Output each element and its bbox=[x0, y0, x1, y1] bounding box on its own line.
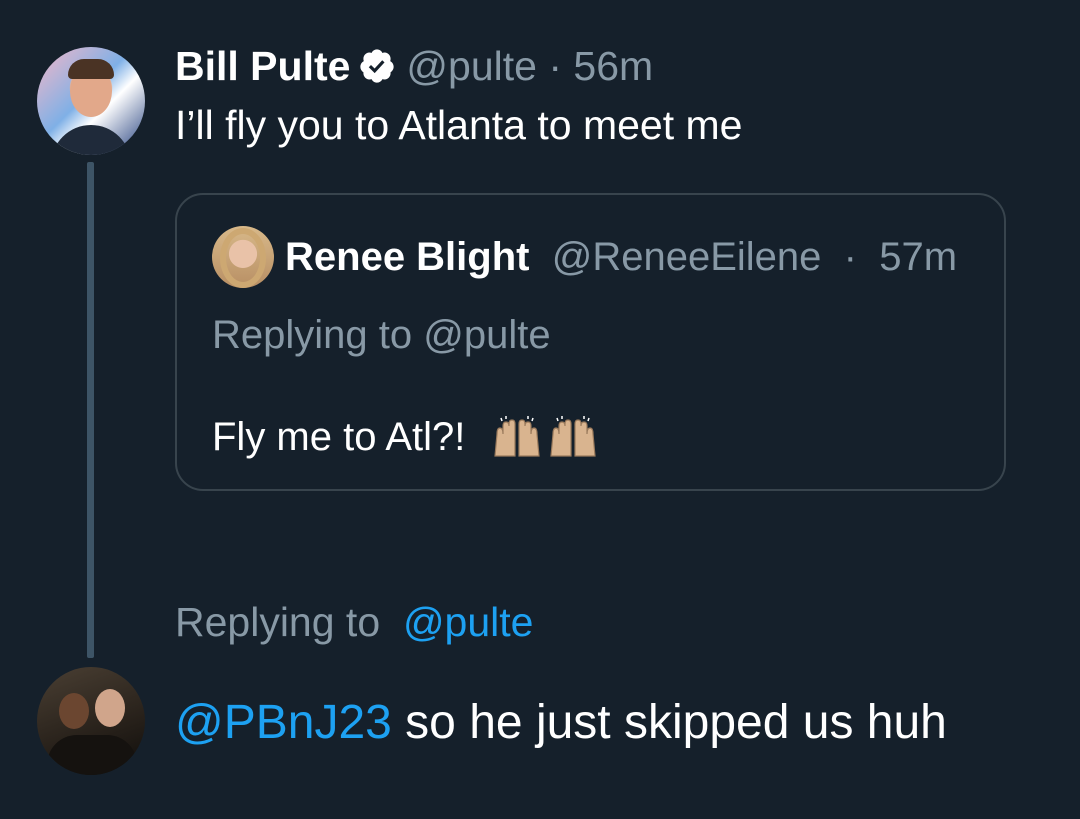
quoted-tweet-header: Renee Blight @ReneeEilene · 57m bbox=[285, 232, 957, 282]
replying-to-handle-link[interactable]: @pulte bbox=[392, 599, 534, 645]
reply-text: @PBnJ23 so he just skipped us huh bbox=[175, 693, 947, 753]
raising-hands-emoji-icon bbox=[494, 416, 541, 457]
header-separator: · bbox=[843, 235, 857, 279]
tweet-thread-screen: Bill Pulte @pulte · 56m I’ll fly you to … bbox=[0, 0, 1080, 819]
tweet-timestamp[interactable]: 56m bbox=[573, 40, 653, 92]
avatar-person-left bbox=[59, 693, 89, 729]
reply-author-avatar[interactable] bbox=[37, 667, 145, 775]
quoted-tweet-text-row: Fly me to Atl?! bbox=[212, 412, 599, 462]
avatar-hair bbox=[68, 59, 114, 79]
avatar-suit bbox=[51, 125, 131, 155]
avatar-bodies bbox=[47, 735, 137, 775]
raising-hands-emoji-icon bbox=[550, 416, 597, 457]
thread-connector-line bbox=[87, 162, 94, 658]
avatar-hair bbox=[220, 228, 266, 288]
reply-body-text: so he just skipped us huh bbox=[391, 696, 947, 749]
bill-pulte-avatar[interactable] bbox=[37, 47, 145, 155]
quoted-replying-to: Replying to @pulte bbox=[212, 313, 551, 357]
quoted-author-name[interactable]: Renee Blight bbox=[285, 235, 529, 279]
quoted-tweet-card[interactable]: Renee Blight @ReneeEilene · 57m Replying… bbox=[175, 193, 1006, 491]
tweet-header: Bill Pulte @pulte · 56m bbox=[175, 40, 653, 92]
header-separator: · bbox=[548, 43, 563, 89]
reply-replying-to: Replying to @pulte bbox=[175, 596, 533, 648]
quoted-tweet-timestamp: 57m bbox=[879, 235, 958, 279]
author-name[interactable]: Bill Pulte bbox=[175, 40, 350, 92]
quoted-author-handle[interactable]: @ReneeEilene bbox=[541, 235, 822, 279]
author-handle[interactable]: @pulte bbox=[406, 40, 537, 92]
replying-to-label: Replying to bbox=[175, 599, 381, 645]
tweet-text: I’ll fly you to Atlanta to meet me bbox=[175, 102, 743, 148]
verified-badge-icon bbox=[360, 49, 395, 83]
avatar-person-right bbox=[95, 689, 125, 727]
quoted-tweet-text: Fly me to Atl?! bbox=[212, 415, 466, 459]
mention-link[interactable]: @PBnJ23 bbox=[175, 696, 392, 749]
renee-blight-avatar[interactable] bbox=[212, 226, 274, 288]
